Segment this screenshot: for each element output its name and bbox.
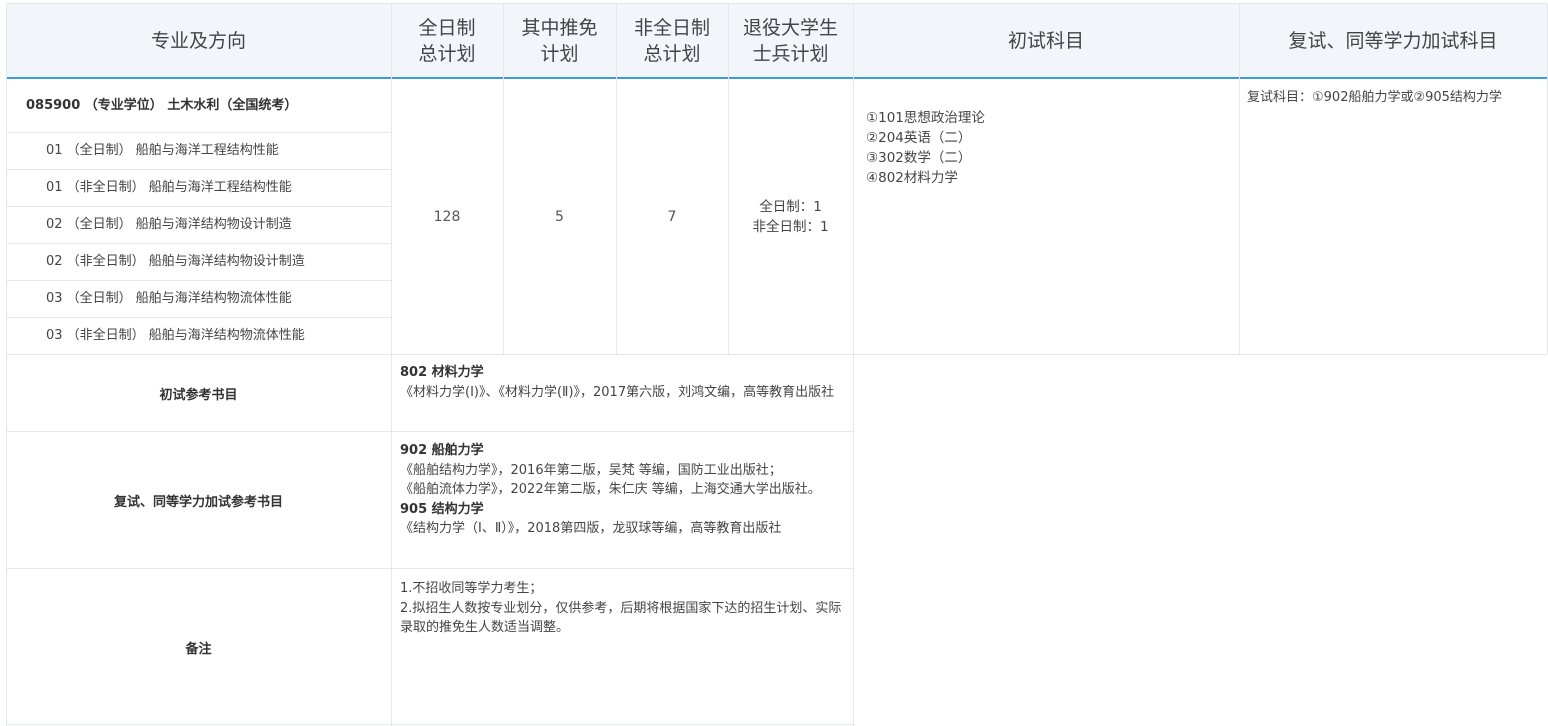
header-fulltime-plan: 全日制 总计划	[391, 4, 503, 78]
exempt-value: 5	[555, 208, 564, 225]
h-divider	[6, 132, 391, 133]
retest-book-title-905: 905 结构力学	[400, 501, 484, 517]
note-item: 1.不招收同等学力考生；	[400, 581, 543, 596]
retest-books-label: 复试、同等学力加试参考书目	[6, 432, 391, 568]
initial-books-content: 802 材料力学 《材料力学(Ⅰ)》、《材料力学(Ⅱ)》，2017第六版，刘鸿文…	[400, 363, 848, 402]
header-retest-subjects: 复试、同等学力加试科目	[1239, 4, 1547, 78]
h-divider	[6, 354, 1547, 355]
header-fulltime-line1: 全日制	[418, 17, 476, 39]
header-initial-subjects: 初试科目	[853, 4, 1239, 78]
retest-book-title-902: 902 船舶力学	[400, 443, 484, 458]
header-parttime-plan: 非全日制 总计划	[616, 4, 728, 78]
fulltime-total-value: 128	[433, 208, 461, 225]
h-divider	[6, 169, 391, 170]
soldier-plan-values: 全日制：1 非全日制：1	[728, 197, 853, 237]
retest-book-text-905: 《结构力学（Ⅰ、Ⅱ）》，2018第四版，龙驭球等编，高等教育出版社	[400, 521, 782, 536]
header-parttime-line1: 非全日制	[633, 17, 710, 39]
h-divider	[6, 243, 391, 244]
retest-books-content: 902 船舶力学 《船舶结构力学》，2016年第二版，吴梵 等编，国防工业出版社…	[400, 441, 848, 539]
initial-subject-item: ③302数学（二）	[866, 150, 972, 166]
direction-item: 02 （非全日制） 船舶与海洋结构物设计制造	[46, 254, 305, 269]
v-divider	[1239, 4, 1240, 354]
header-exempt-line1: 其中推免	[521, 17, 598, 39]
table-top-border	[6, 3, 1547, 4]
notes-label: 备注	[6, 569, 391, 725]
v-divider	[853, 4, 854, 726]
initial-book-text: 《材料力学(Ⅰ)》、《材料力学(Ⅱ)》，2017第六版，刘鸿文编，高等教育出版社	[400, 384, 835, 400]
initial-subject-item: ④802材料力学	[866, 170, 958, 186]
header-parttime-line2: 总计划	[643, 43, 701, 65]
note-item: 2.拟招生人数按专业划分，仅供参考，后期将根据国家下达的招生计划、实际录取的推免…	[400, 600, 842, 636]
h-divider	[6, 724, 853, 725]
notes-label-text: 备注	[185, 641, 212, 657]
direction-item: 03 （非全日制） 船舶与海洋结构物流体性能	[46, 328, 305, 343]
direction-item: 01 （非全日制） 船舶与海洋工程结构性能	[46, 180, 292, 195]
header-major: 专业及方向	[6, 4, 391, 78]
retest-subjects-text: 复试科目：①902船舶力学或②905结构力学	[1247, 90, 1502, 105]
notes-content: 1.不招收同等学力考生； 2.拟招生人数按专业划分，仅供参考，后期将根据国家下达…	[400, 579, 848, 638]
header-exempt-plan: 其中推免 计划	[503, 4, 616, 78]
header-accent-line	[6, 77, 1547, 79]
initial-subject-item: ②204英语（二）	[866, 130, 972, 146]
v-divider	[616, 4, 617, 354]
soldier-fulltime: 全日制：1	[759, 199, 822, 215]
retest-books-label-text: 复试、同等学力加试参考书目	[113, 494, 283, 510]
header-fulltime-line2: 总计划	[418, 43, 476, 65]
v-divider	[503, 4, 504, 354]
h-divider	[6, 568, 853, 569]
h-divider	[6, 280, 391, 281]
v-divider	[6, 4, 7, 726]
retest-book-text-902a: 《船舶结构力学》，2016年第二版，吴梵 等编，国防工业出版社；	[400, 462, 782, 478]
header-exempt-line2: 计划	[540, 43, 579, 65]
v-divider	[728, 4, 729, 354]
direction-item: 03 （全日制） 船舶与海洋结构物流体性能	[46, 291, 292, 306]
initial-subjects-list: ①101思想政治理论 ②204英语（二） ③302数学（二） ④802材料力学	[866, 108, 1226, 188]
initial-books-label-text: 初试参考书目	[159, 387, 238, 403]
major-title: 085900 （专业学位） 土木水利（全国统考）	[26, 98, 298, 113]
v-divider	[391, 4, 392, 726]
header-retest-label: 复试、同等学力加试科目	[1288, 30, 1498, 52]
header-initial-label: 初试科目	[1007, 30, 1084, 52]
direction-item: 01 （全日制） 船舶与海洋工程结构性能	[46, 143, 279, 158]
direction-item: 02 （全日制） 船舶与海洋结构物设计制造	[46, 217, 292, 232]
header-major-label: 专业及方向	[150, 30, 246, 52]
soldier-parttime: 非全日制：1	[752, 219, 829, 235]
parttime-total-value: 7	[667, 208, 677, 225]
initial-books-label: 初试参考书目	[6, 355, 391, 431]
header-soldier-plan: 退役大学生 士兵计划	[728, 4, 853, 78]
admissions-table: 专业及方向 全日制 总计划 其中推免 计划 非全日制 总计划 退役大学生 士兵计…	[0, 0, 1548, 726]
h-divider	[6, 431, 853, 432]
initial-book-title: 802 材料力学	[400, 365, 484, 380]
h-divider	[6, 317, 391, 318]
header-soldier-line1: 退役大学生	[742, 17, 838, 39]
retest-book-text-902b: 《船舶流体力学》，2022年第二版，朱仁庆 等编，上海交通大学出版社。	[400, 482, 821, 497]
h-divider	[6, 206, 391, 207]
header-soldier-line2: 士兵计划	[752, 43, 829, 65]
initial-subject-item: ①101思想政治理论	[866, 110, 985, 126]
